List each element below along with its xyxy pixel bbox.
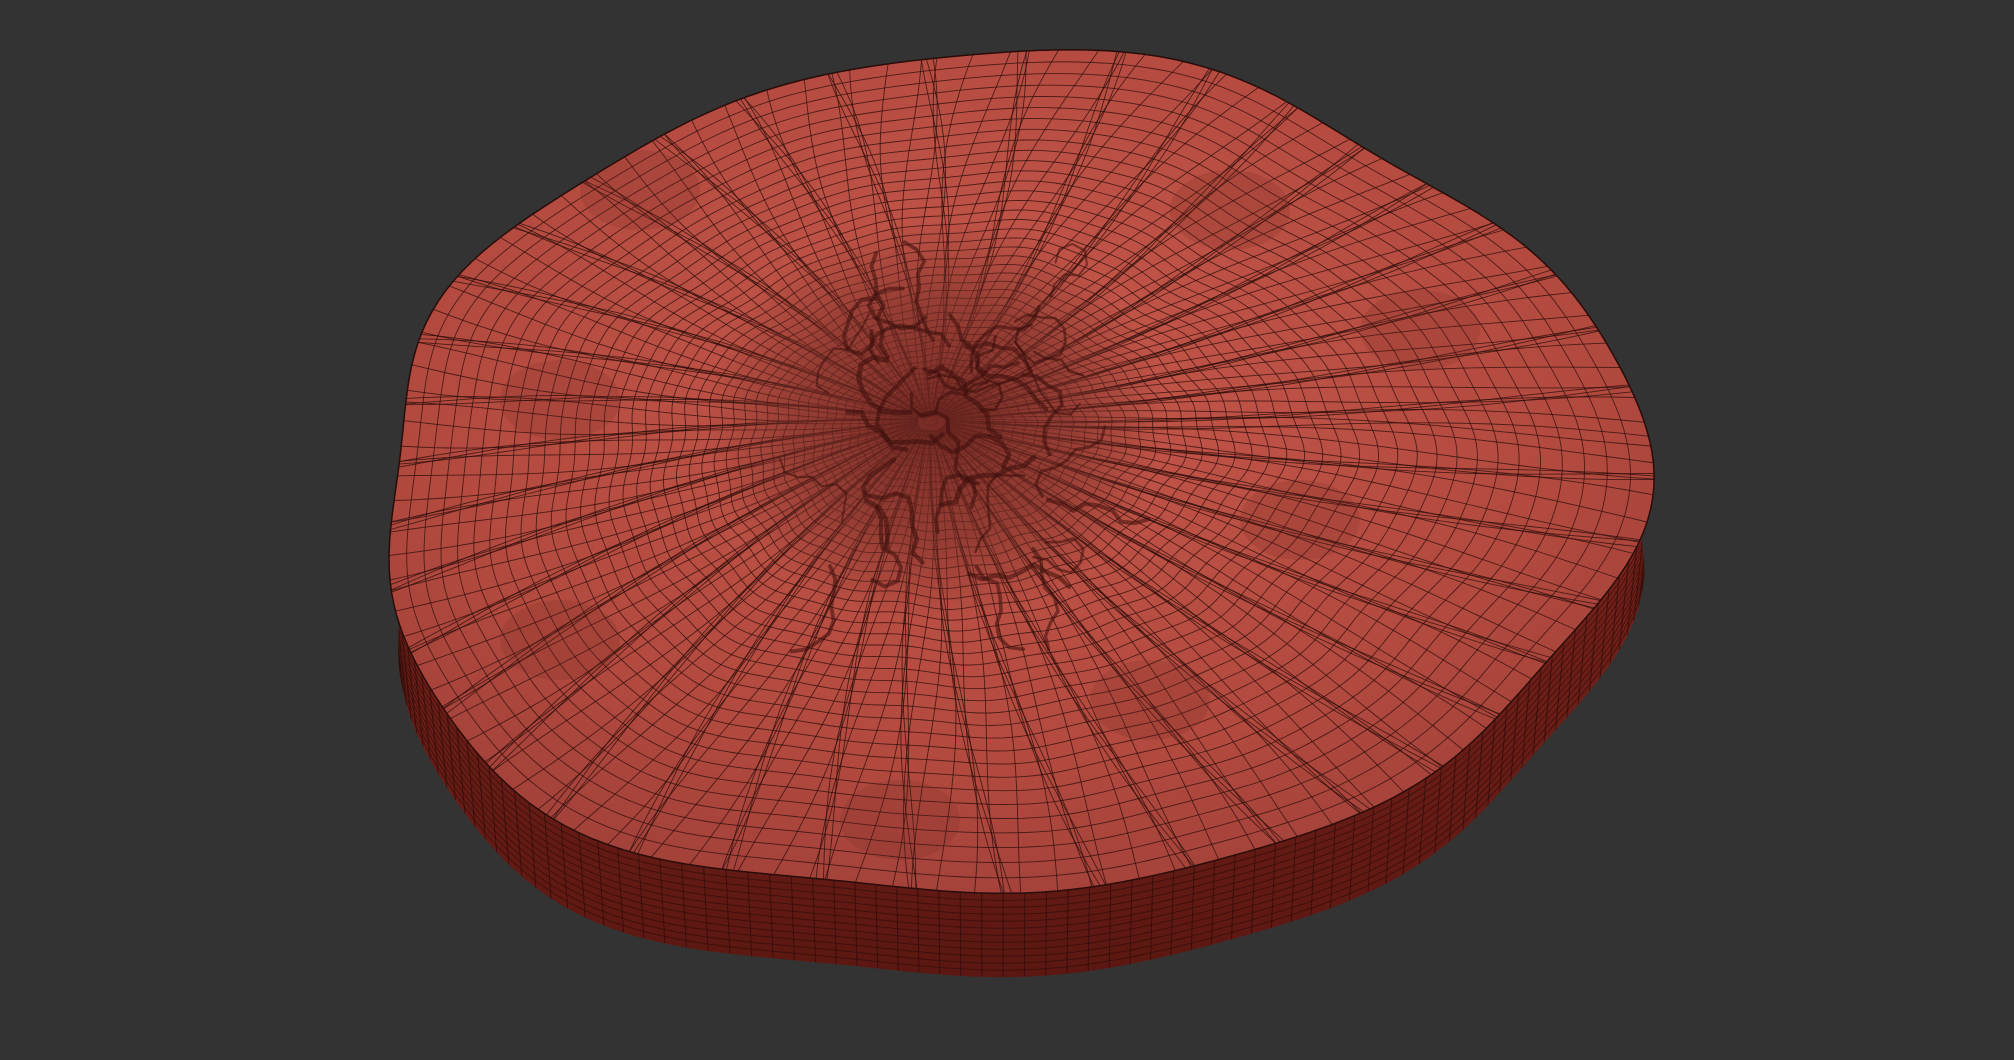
surface-dent — [500, 360, 620, 440]
surface-dent — [1090, 660, 1210, 740]
3d-viewport[interactable] — [0, 0, 2014, 1060]
surface-dent — [840, 780, 960, 860]
surface-dent — [1240, 480, 1360, 560]
crater-shading — [705, 220, 1165, 620]
surface-dent — [1360, 290, 1480, 370]
viewport-canvas[interactable] — [0, 0, 2014, 1060]
surface-dent — [500, 600, 620, 680]
surface-dent — [1170, 170, 1290, 250]
disc-mesh[interactable] — [388, 49, 1655, 978]
surface-dent — [580, 150, 700, 230]
